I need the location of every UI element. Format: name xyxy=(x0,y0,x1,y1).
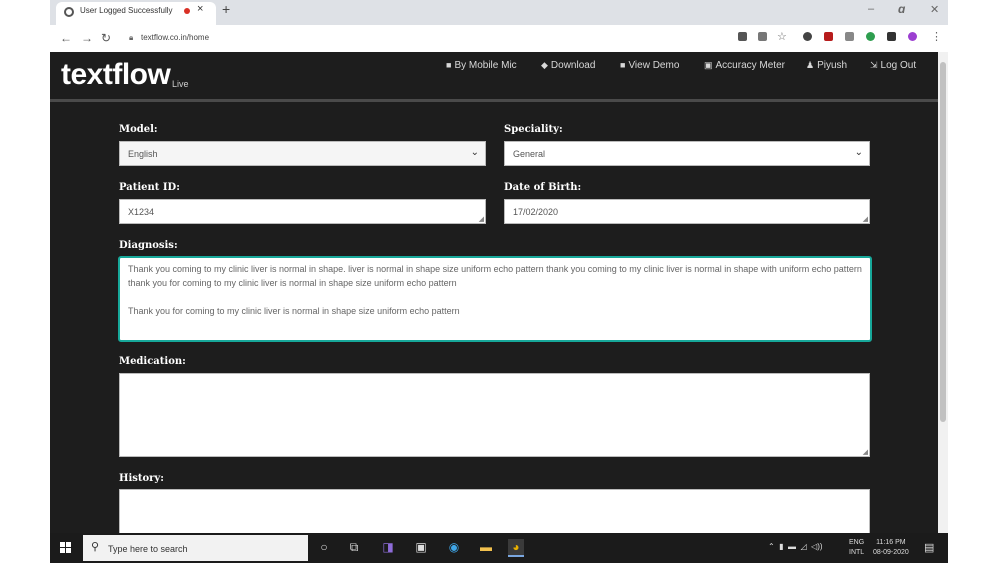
video-icon: ■ xyxy=(620,60,626,70)
pdf-extension-icon[interactable] xyxy=(824,32,833,41)
windows-start-icon[interactable] xyxy=(60,542,72,554)
dob-label: Date of Birth: xyxy=(504,182,582,193)
logout-icon: ⇲ xyxy=(870,60,878,70)
model-select[interactable]: English ⌄ xyxy=(119,141,486,166)
model-select-value: English xyxy=(128,149,158,159)
speciality-select[interactable]: General ⌄ xyxy=(504,141,870,166)
store-icon[interactable]: ▣ xyxy=(413,539,429,555)
resize-handle-icon[interactable]: ◢ xyxy=(863,448,868,456)
resize-handle-icon[interactable]: ◢ xyxy=(863,215,868,223)
puzzle-icon[interactable] xyxy=(887,32,896,41)
tab-close-icon[interactable]: × xyxy=(197,3,203,15)
nav-label: Accuracy Meter xyxy=(715,60,785,71)
url-field[interactable]: textflow.co.in/home xyxy=(141,33,209,42)
dob-value: 17/02/2020 xyxy=(513,207,559,217)
task-view-icon[interactable]: ⧉ xyxy=(346,539,362,555)
nav-user[interactable]: ♟ Piyush xyxy=(806,60,847,71)
app-logo-suffix: Live xyxy=(172,79,189,89)
nav-log-out[interactable]: ⇲ Log Out xyxy=(870,60,916,71)
globe-icon xyxy=(64,7,74,17)
nav-download[interactable]: ◆ Download xyxy=(541,60,595,71)
nav-accuracy-meter[interactable]: ▣ Accuracy Meter xyxy=(704,60,785,71)
edge-icon[interactable]: ◉ xyxy=(446,539,462,555)
chrome-icon[interactable]: ◕ xyxy=(508,539,524,557)
nav-label: Log Out xyxy=(880,60,917,71)
language-indicator[interactable]: ENG INTL xyxy=(849,538,864,558)
reload-icon[interactable]: ↻ xyxy=(101,31,111,45)
language-code: ENG xyxy=(849,539,865,546)
patient-id-field[interactable]: X1234 ◢ xyxy=(119,199,486,224)
window-minimize-button[interactable]: – xyxy=(868,3,874,15)
medication-label: Medication: xyxy=(119,356,186,367)
nav-label: Piyush xyxy=(817,60,848,71)
nav-label: Download xyxy=(550,60,596,71)
file-explorer-icon[interactable]: ▬ xyxy=(478,539,494,555)
patient-id-value: X1234 xyxy=(128,207,155,217)
app-logo[interactable]: textflow xyxy=(61,58,171,92)
window-restore-button[interactable]: ɑ xyxy=(898,2,905,16)
tab-title: User Logged Successfully xyxy=(80,6,173,15)
recording-indicator-icon xyxy=(184,8,190,14)
cortana-icon[interactable]: ○ xyxy=(316,539,332,555)
clock-date: 08-09-2020 xyxy=(873,549,909,556)
notification-icon[interactable]: ▤ xyxy=(924,541,934,554)
diagnosis-label: Diagnosis: xyxy=(119,240,178,251)
scrollbar-thumb[interactable] xyxy=(940,62,946,422)
user-icon: ♟ xyxy=(806,60,815,70)
menu-dots-icon[interactable]: ⋮ xyxy=(931,30,942,43)
patient-id-label: Patient ID: xyxy=(119,182,180,193)
lock-icon: 🔒︎ xyxy=(129,33,134,42)
back-arrow-icon[interactable]: ← xyxy=(60,31,72,45)
profile-avatar[interactable] xyxy=(908,32,917,41)
resize-handle-icon[interactable]: ◢ xyxy=(479,215,484,223)
bookmark-star-icon[interactable]: ☆ xyxy=(777,30,787,43)
dob-field[interactable]: 17/02/2020 ◢ xyxy=(504,199,870,224)
nav-by-mobile-mic[interactable]: ■ By Mobile Mic xyxy=(446,60,517,71)
taskbar-clock[interactable]: 11:16 PM 08-09-2020 xyxy=(873,538,909,558)
nav-view-demo[interactable]: ■ View Demo xyxy=(620,60,679,71)
extension-icon[interactable] xyxy=(845,32,854,41)
microphone-icon: ■ xyxy=(446,60,452,70)
visual-studio-icon[interactable]: ◨ xyxy=(380,539,396,555)
diagnosis-textarea[interactable]: Thank you coming to my clinic liver is n… xyxy=(118,256,872,342)
chevron-down-icon: ⌄ xyxy=(470,147,479,158)
extension-icon[interactable] xyxy=(866,32,875,41)
speciality-label: Speciality: xyxy=(504,124,563,135)
download-icon: ◆ xyxy=(541,60,548,70)
system-tray-icons[interactable]: ⌃ ▮ ▬ ◿ ◁)) xyxy=(768,542,823,551)
nav-label: View Demo xyxy=(628,60,680,71)
key-icon[interactable] xyxy=(758,32,767,41)
nav-label: By Mobile Mic xyxy=(454,60,517,71)
speciality-select-value: General xyxy=(513,149,546,159)
history-label: History: xyxy=(119,473,164,484)
camera-icon[interactable] xyxy=(738,32,747,41)
window-close-button[interactable]: ✕ xyxy=(930,3,939,16)
history-textarea[interactable] xyxy=(119,489,870,533)
search-icon: ⚲ xyxy=(91,541,100,553)
new-tab-button[interactable]: + xyxy=(222,1,230,17)
meter-icon: ▣ xyxy=(704,60,713,70)
chevron-down-icon: ⌄ xyxy=(854,147,863,158)
extension-icon[interactable] xyxy=(803,32,812,41)
model-label: Model: xyxy=(119,124,158,135)
keyboard-layout: INTL xyxy=(849,549,865,556)
taskbar-search-placeholder: Type here to search xyxy=(108,544,188,554)
clock-time: 11:16 PM xyxy=(876,539,906,546)
forward-arrow-icon[interactable]: → xyxy=(81,31,93,45)
medication-textarea[interactable]: ◢ xyxy=(119,373,870,457)
